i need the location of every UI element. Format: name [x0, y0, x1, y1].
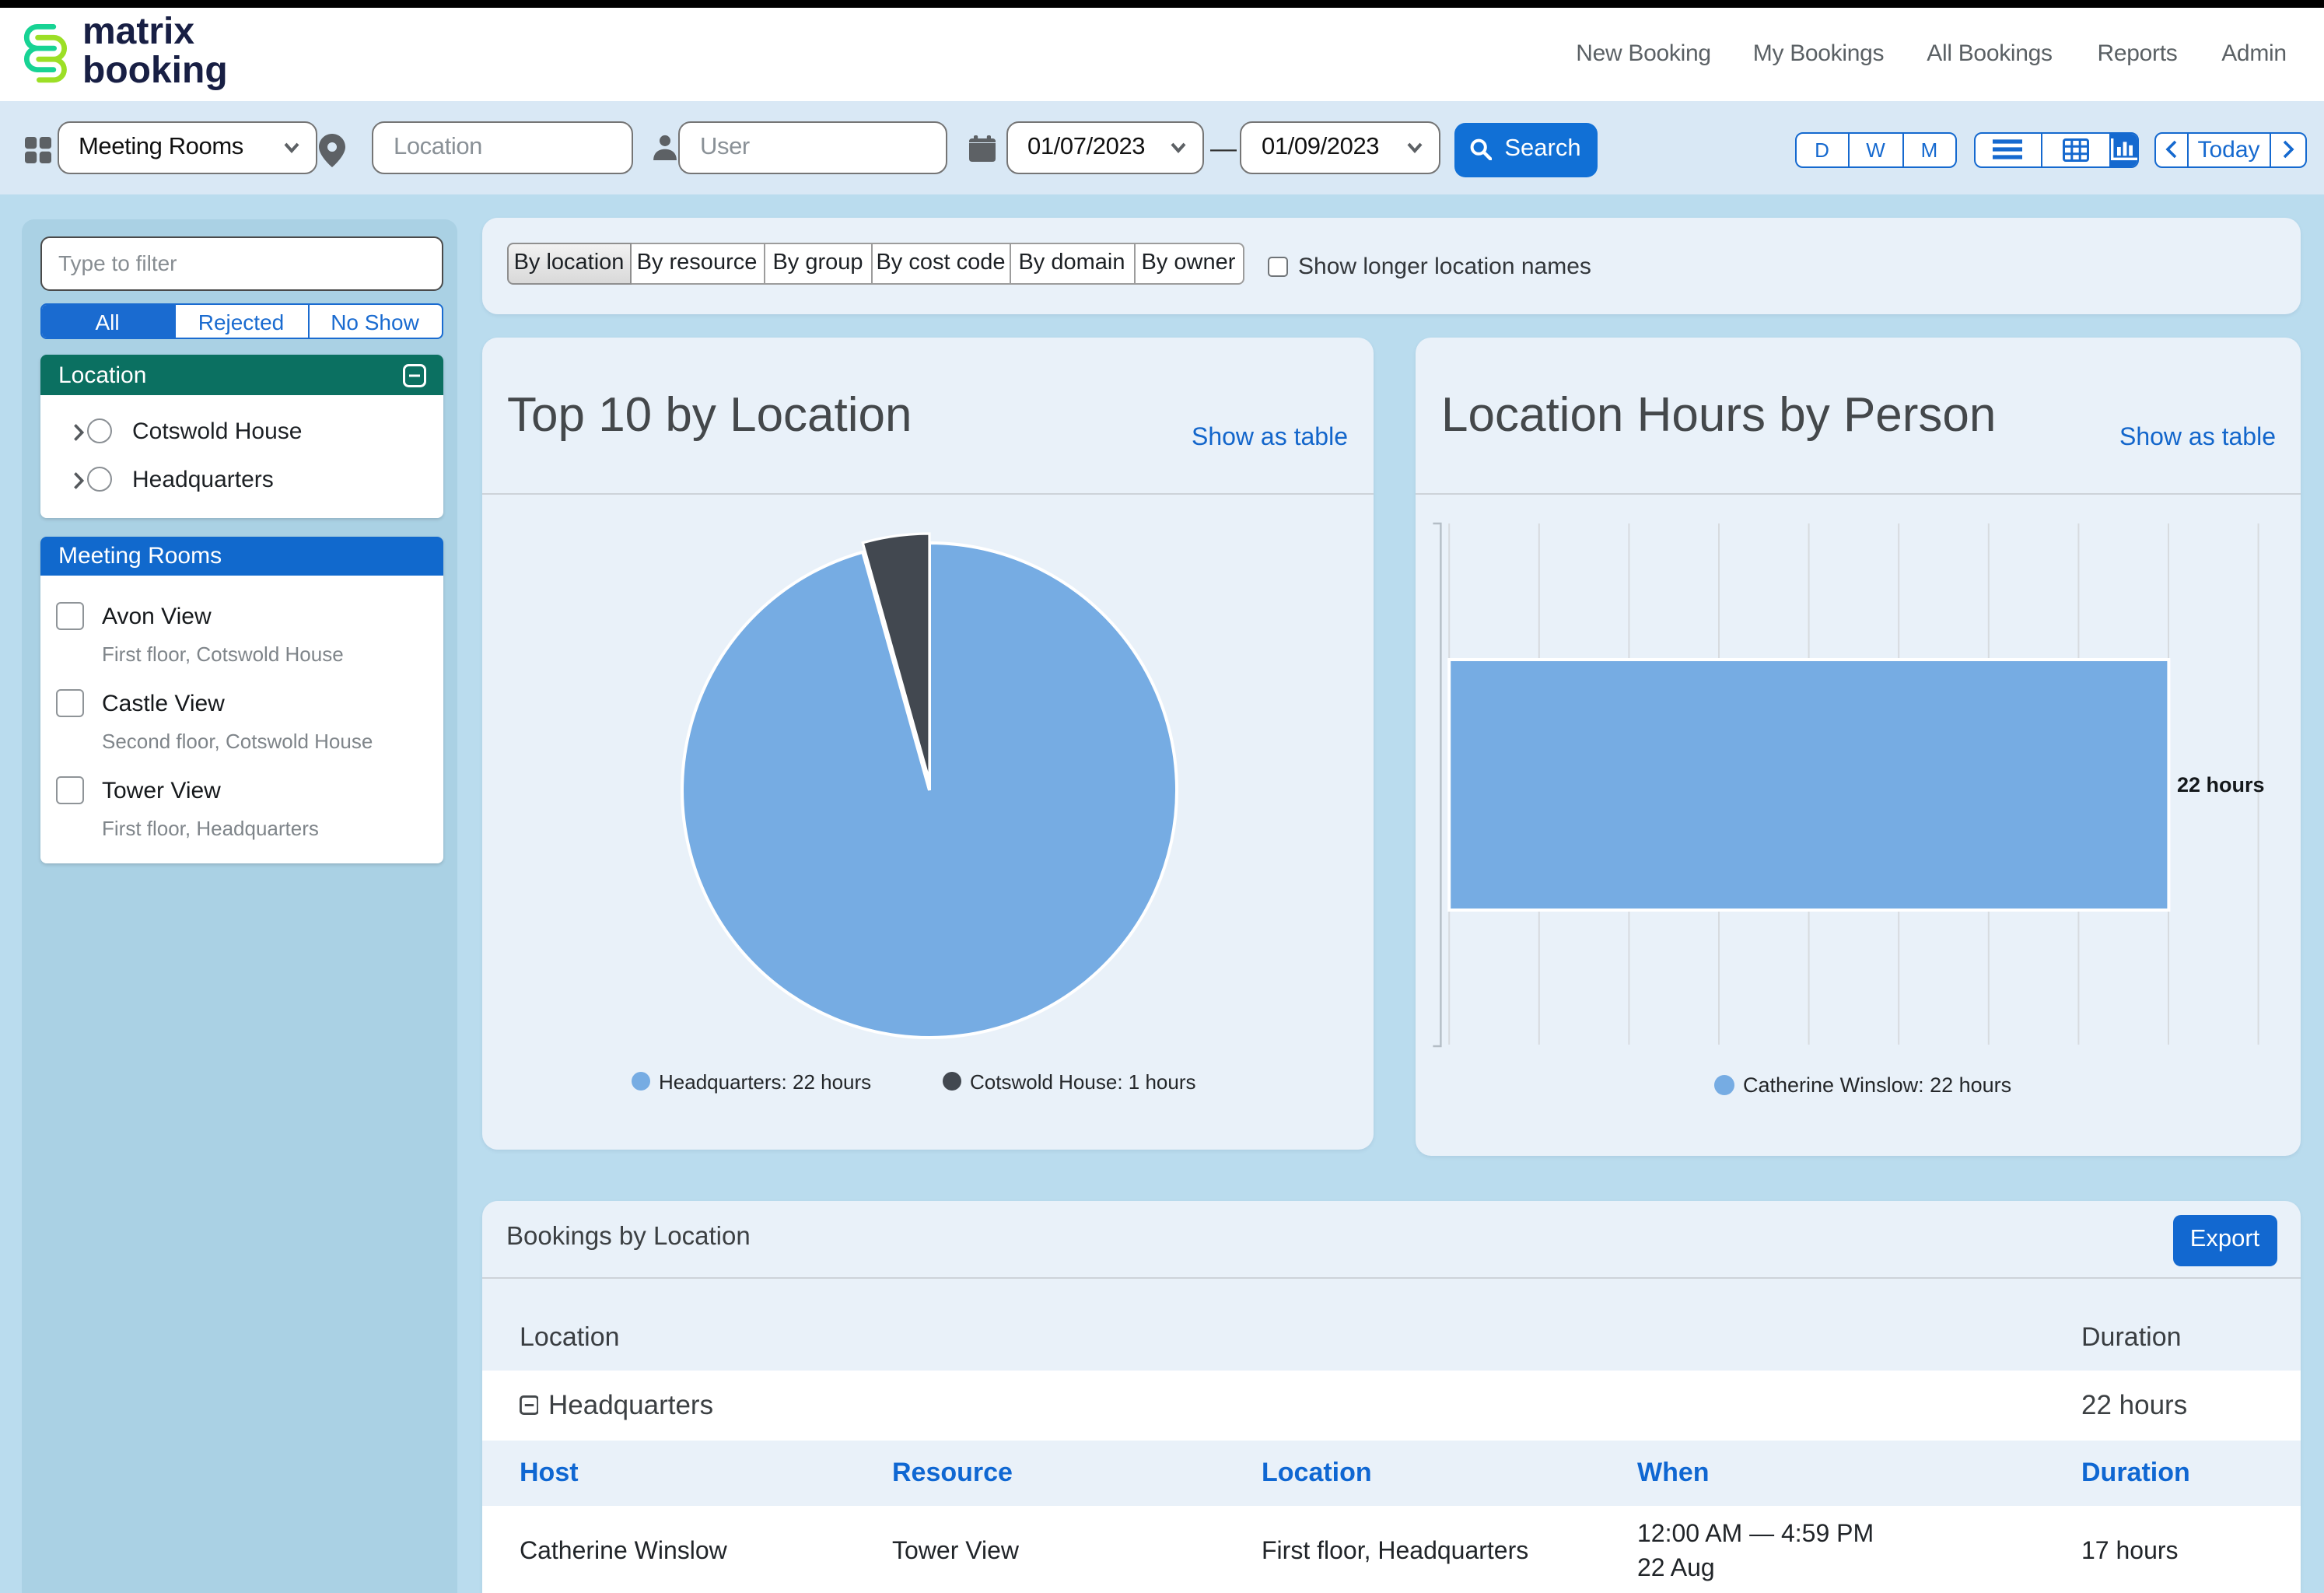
svg-text:22 hours: 22 hours	[2177, 772, 2265, 796]
